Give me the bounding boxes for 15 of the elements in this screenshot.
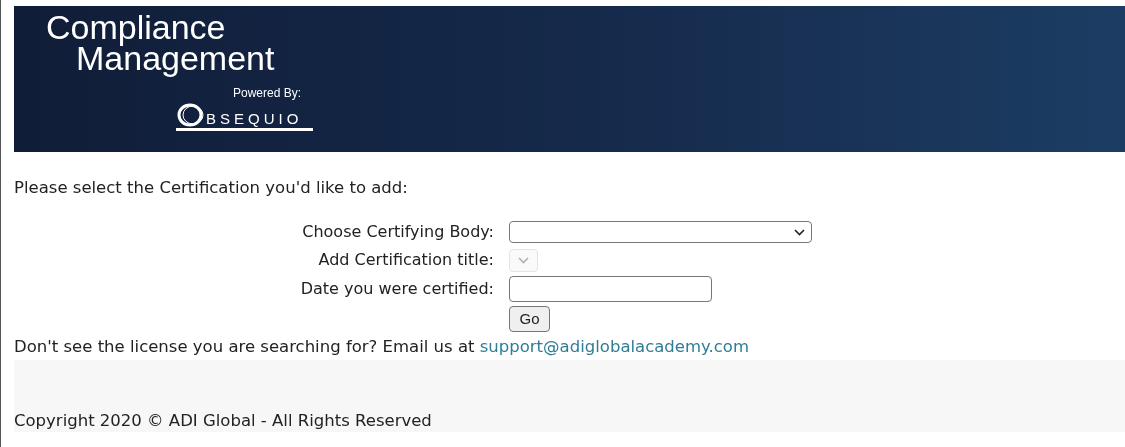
page-heading: Please select the Certification you'd like to add: bbox=[14, 177, 409, 199]
date-field[interactable] bbox=[509, 276, 712, 302]
chevron-icon bbox=[518, 256, 529, 264]
copyright-text: Copyright 2020 © ADI Global - All Rights Reserved bbox=[14, 410, 432, 432]
field-label: Date you were certified: bbox=[299, 278, 494, 300]
field-label: Add Certification title: bbox=[317, 249, 494, 271]
help-text: Don't see the license you are searching for? Email us at bbox=[14, 337, 475, 356]
ring-icon bbox=[176, 102, 206, 128]
support-email-link[interactable]: support@adiglobalacademy.com bbox=[479, 337, 749, 356]
chevron-icon bbox=[794, 228, 805, 236]
powered-by-text: Powered By: bbox=[233, 85, 303, 102]
dropdown[interactable] bbox=[509, 221, 812, 243]
go-button[interactable]: Go bbox=[509, 306, 550, 332]
field-label: Choose Certifying Body: bbox=[301, 221, 494, 243]
logo-text: BSEQUIO bbox=[206, 110, 303, 128]
